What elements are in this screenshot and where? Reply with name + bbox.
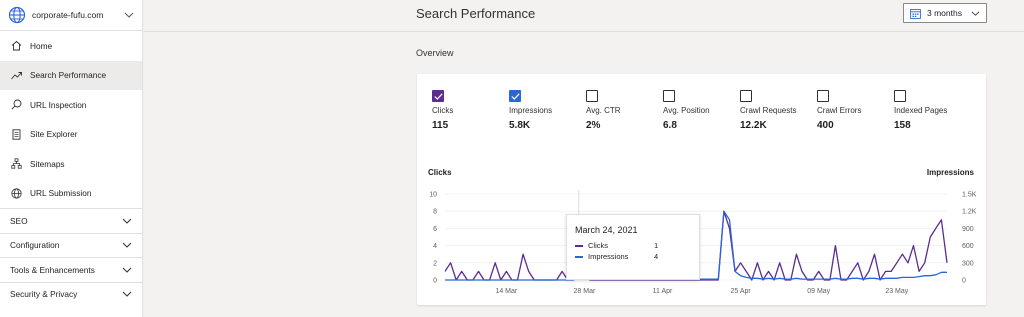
- globe-icon: [8, 6, 26, 24]
- x-tick-label: 14 Mar: [495, 288, 517, 295]
- right-tick-label: 900: [962, 226, 974, 233]
- header-divider: [144, 31, 1024, 32]
- left-tick-label: 4: [433, 243, 437, 250]
- document-icon: [10, 128, 22, 140]
- sidebar-item-site-explorer[interactable]: Site Explorer: [0, 120, 142, 150]
- sidebar-item-sitemaps[interactable]: Sitemaps: [0, 149, 142, 179]
- x-tick-label: 23 May: [885, 288, 908, 295]
- section-configuration[interactable]: Configuration: [0, 232, 142, 258]
- right-tick-label: 1.5K: [962, 192, 977, 199]
- clicks-swatch: [575, 244, 583, 247]
- sidebar-item-home[interactable]: Home: [0, 31, 142, 61]
- right-tick-label: 1.2K: [962, 209, 977, 216]
- section-label: Tools & Enhancements: [10, 264, 95, 275]
- sidebar-item-label: Search Performance: [30, 70, 107, 81]
- sidebar-item-label: Sitemaps: [30, 158, 65, 169]
- section-label: Security & Privacy: [10, 289, 78, 300]
- sidebar-item-label: Home: [30, 40, 53, 51]
- section-tools-enhancements[interactable]: Tools & Enhancements: [0, 257, 142, 282]
- right-tick-label: 300: [962, 260, 974, 267]
- search-icon: [10, 99, 22, 111]
- sitemap-icon: [10, 158, 22, 170]
- left-tick-label: 6: [433, 226, 437, 233]
- left-tick-label: 10: [429, 192, 437, 199]
- section-security-privacy[interactable]: Security & Privacy: [0, 281, 142, 307]
- x-tick-label: 28 Mar: [574, 288, 596, 295]
- tooltip-value: 4: [654, 252, 659, 261]
- tooltip-label: Clicks: [588, 241, 608, 250]
- sidebar-item-label: URL Inspection: [30, 99, 87, 110]
- x-tick-label: 11 Apr: [653, 288, 673, 295]
- impressions-swatch: [575, 255, 583, 258]
- chevron-down-icon: [122, 289, 132, 299]
- tooltip-label: Impressions: [588, 252, 629, 261]
- performance-chart[interactable]: Clicks Impressions 0 0 2 300 4 600 6 900 8 1.2K 10 1.…: [417, 74, 986, 305]
- left-tick-label: 2: [433, 260, 437, 267]
- chart-tooltip: March 24, 2021 Clicks 1 Impressions 4: [566, 214, 700, 280]
- right-tick-label: 0: [962, 278, 966, 285]
- right-tick-label: 600: [962, 243, 974, 250]
- left-tick-label: 0: [433, 278, 437, 285]
- tooltip-value: 1: [654, 241, 659, 250]
- chevron-down-icon: [122, 240, 132, 250]
- sidebar-item-label: Site Explorer: [30, 129, 78, 140]
- section-label: SEO: [10, 215, 28, 226]
- date-range-dropdown[interactable]: 3 months: [903, 3, 987, 23]
- site-name: corporate-fufu.com: [32, 10, 104, 20]
- x-tick-label: 09 May: [807, 288, 830, 295]
- date-range-label: 3 months: [927, 8, 962, 18]
- trend-icon: [10, 69, 22, 81]
- sidebar: corporate-fufu.com Home Search Performan…: [0, 0, 143, 317]
- overview-title: Overview: [416, 48, 454, 58]
- sidebar-item-label: URL Submission: [30, 188, 92, 199]
- left-axis-title: Clicks: [428, 168, 452, 177]
- tooltip-row-impressions: Impressions 4: [575, 252, 691, 261]
- home-icon: [10, 40, 22, 52]
- calendar-icon: [910, 8, 921, 19]
- sidebar-item-url-inspection[interactable]: URL Inspection: [0, 90, 142, 120]
- chevron-down-icon[interactable]: [124, 10, 134, 20]
- overview-card: Clicks 115 Impressions 5.8K Avg. CTR 2% …: [417, 74, 986, 305]
- chevron-down-icon: [970, 8, 980, 18]
- section-label: Configuration: [10, 240, 60, 251]
- site-selector[interactable]: corporate-fufu.com: [0, 0, 142, 31]
- left-tick-label: 8: [433, 209, 437, 216]
- chevron-down-icon: [122, 265, 132, 275]
- section-seo[interactable]: SEO: [0, 208, 142, 233]
- page-title: Search Performance: [416, 6, 536, 21]
- sidebar-item-search-performance[interactable]: Search Performance: [0, 60, 142, 90]
- tooltip-row-clicks: Clicks 1: [575, 241, 691, 250]
- x-tick-label: 25 Apr: [730, 288, 751, 295]
- globe-icon: [10, 187, 22, 199]
- sidebar-item-url-submission[interactable]: URL Submission: [0, 179, 142, 209]
- tooltip-date: March 24, 2021: [575, 225, 638, 235]
- right-axis-title: Impressions: [927, 168, 975, 177]
- chevron-down-icon: [122, 216, 132, 226]
